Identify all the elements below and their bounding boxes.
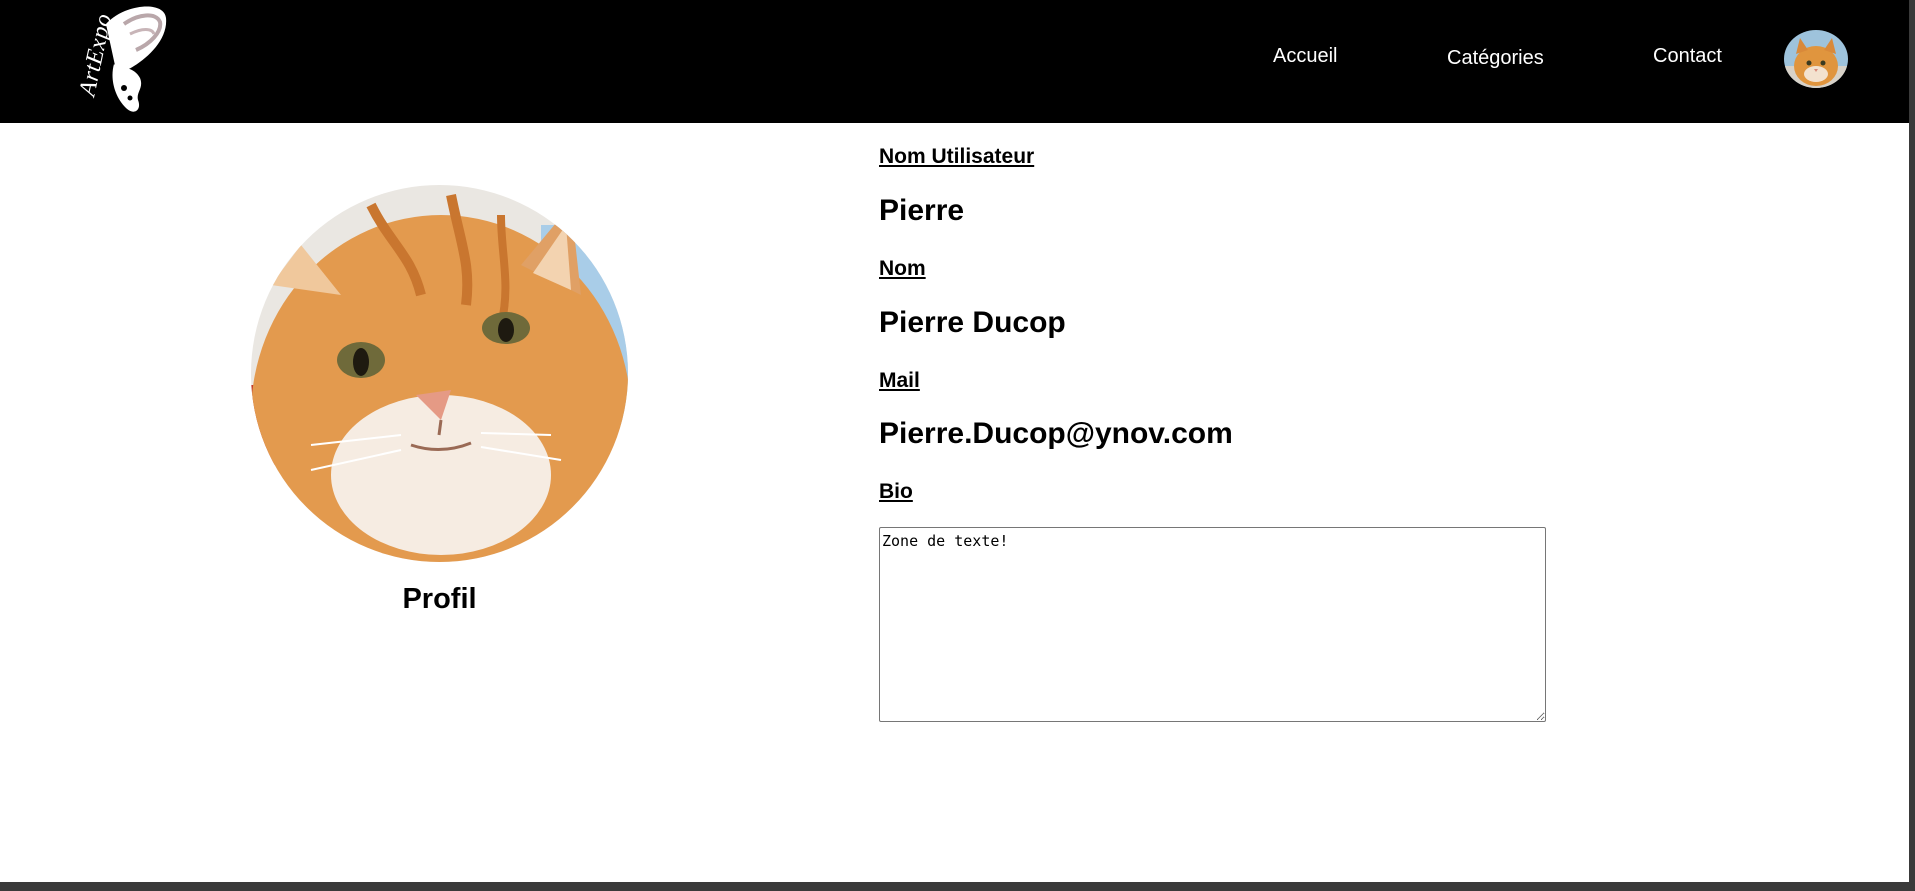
- user-avatar[interactable]: [1784, 30, 1848, 88]
- profile-photo: [251, 185, 628, 562]
- nav-link-categories[interactable]: Catégories: [1447, 47, 1544, 70]
- nav-link-contact[interactable]: Contact: [1653, 45, 1722, 68]
- username-value: Pierre: [879, 194, 965, 227]
- profile-title: Profil: [402, 583, 477, 615]
- cat-avatar-icon: [1784, 30, 1848, 88]
- navbar: ArtExpo Accueil Catégories Contact: [0, 0, 1909, 123]
- username-label: Nom Utilisateur: [879, 145, 1035, 168]
- cat-photo-icon: [251, 185, 628, 562]
- bio-label: Bio: [879, 480, 913, 503]
- mail-value: Pierre.Ducop@ynov.com: [879, 417, 1233, 450]
- profile-page: ArtExpo Accueil Catégories Contact Profi…: [0, 0, 1909, 882]
- name-label: Nom: [879, 257, 926, 280]
- name-value: Pierre Ducop: [879, 306, 1066, 339]
- nav-link-accueil[interactable]: Accueil: [1273, 45, 1337, 68]
- bio-textarea[interactable]: Zone de texte!: [879, 527, 1546, 722]
- mail-label: Mail: [879, 369, 920, 392]
- artexpo-logo[interactable]: ArtExpo: [64, 4, 174, 116]
